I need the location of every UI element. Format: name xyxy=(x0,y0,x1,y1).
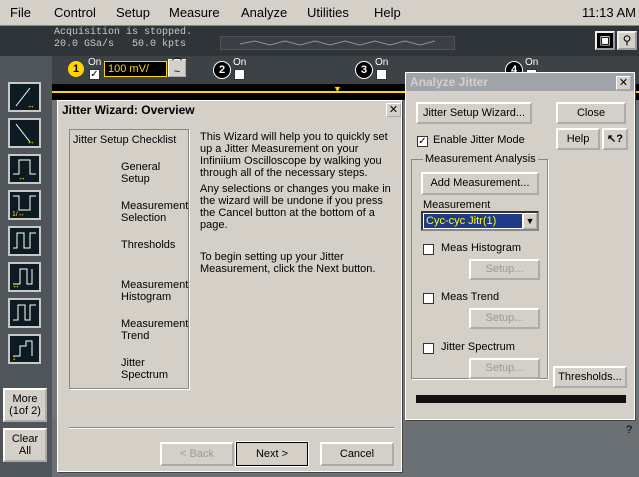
checklist-item-measurement-trend: Measurement Trend xyxy=(121,318,189,342)
next-button[interactable]: Next > xyxy=(235,441,309,467)
svg-text:1/↔: 1/↔ xyxy=(12,211,25,218)
clock: 11:13 AM xyxy=(582,5,636,20)
result-strip xyxy=(416,395,626,403)
channel-3-icon[interactable]: 3 xyxy=(355,61,373,79)
menu-control[interactable]: Control xyxy=(54,5,96,20)
intro-paragraph: This Wizard will help you to quickly set… xyxy=(200,131,388,179)
close-button[interactable]: Close xyxy=(556,102,626,124)
rise-time-icon[interactable]: ↕ xyxy=(8,334,41,364)
cancel-button[interactable]: Cancel xyxy=(320,442,394,466)
meas-histogram-label: Meas Histogram xyxy=(441,242,522,254)
checklist-item-jitter-spectrum: Jitter Spectrum xyxy=(121,357,169,381)
channel-1-scale[interactable]: 100 mV/ xyxy=(104,61,167,77)
back-button[interactable]: < Back xyxy=(160,442,234,466)
channel-2-checkbox[interactable] xyxy=(234,69,245,80)
corner-help-icon[interactable]: ? xyxy=(626,424,632,436)
wizard-divider xyxy=(69,427,394,429)
left-toolbar: ↔ ↔ ↔ 1/↔ ↔ ↕ More (1of 2) Clear All xyxy=(0,56,52,477)
svg-text:↔: ↔ xyxy=(12,281,20,290)
analyze-close-icon[interactable]: ✕ xyxy=(616,76,631,90)
trigger-marker-icon: ▼ xyxy=(333,84,342,94)
more-button-page: (1of 2) xyxy=(9,405,41,417)
clear-all-line2: All xyxy=(18,445,32,457)
channel-2-on-label: On xyxy=(233,57,247,68)
falling-edge-measure-icon[interactable]: ↔ xyxy=(8,118,41,148)
add-measurement-button[interactable]: Add Measurement... xyxy=(421,172,539,195)
checklist-item-measurement-selection: Measurement Selection xyxy=(121,200,189,224)
waveform-overview xyxy=(220,36,455,50)
more-button-label: More xyxy=(12,393,38,405)
acquisition-status: Acquisition is stopped. xyxy=(54,27,193,38)
negative-width-icon[interactable]: 1/↔ xyxy=(8,190,41,220)
jitter-setup-wizard-button[interactable]: Jitter Setup Wizard... xyxy=(416,102,532,124)
menu-setup[interactable]: Setup xyxy=(116,5,150,20)
menu-file[interactable]: File xyxy=(10,5,31,20)
cancel-note-paragraph: Any selections or changes you make in th… xyxy=(200,183,391,231)
svg-text:↔: ↔ xyxy=(18,173,26,182)
duty-cycle-icon[interactable] xyxy=(8,298,41,328)
frequency-icon[interactable]: ↔ xyxy=(8,262,41,292)
clear-all-line1: Clear xyxy=(11,433,39,445)
next-instruction-paragraph: To begin setting up your Jitter Measurem… xyxy=(200,251,376,275)
rising-edge-measure-icon[interactable]: ↔ xyxy=(8,82,41,112)
thresholds-button[interactable]: Thresholds... xyxy=(553,366,627,388)
menu-bar: File Control Setup Measure Analyze Utili… xyxy=(0,0,639,26)
checklist-item-thresholds: Thresholds xyxy=(121,239,176,251)
svg-text:↔: ↔ xyxy=(27,137,35,146)
enable-jitter-label: Enable Jitter Mode xyxy=(433,134,525,146)
wizard-close-icon[interactable]: ✕ xyxy=(386,103,401,117)
measurement-label: Measurement xyxy=(423,199,491,211)
whats-this-label: ? xyxy=(616,133,623,145)
wizard-title: Jitter Wizard: Overview xyxy=(58,101,401,119)
acquisition-status-bar: Acquisition is stopped. 20.0 GSa/s 50.0 … xyxy=(0,26,639,56)
channel-4-on-label: On xyxy=(525,57,539,68)
measurement-analysis-title: Measurement Analysis xyxy=(423,153,538,165)
checklist-item-general-setup: General Setup xyxy=(121,161,161,185)
pulse-width-icon[interactable]: ↔ xyxy=(8,154,41,184)
channel-1-on-label: On xyxy=(88,57,102,68)
jitter-spectrum-label: Jitter Spectrum xyxy=(441,341,515,353)
channel-1-icon[interactable]: 1 xyxy=(68,61,84,77)
jitter-spectrum-checkbox[interactable] xyxy=(423,343,434,354)
trend-setup-button[interactable]: Setup... xyxy=(469,308,540,329)
jitter-wizard-dialog: Jitter Wizard: Overview ✕ Jitter Setup C… xyxy=(57,100,402,472)
checklist-panel: Jitter Setup Checklist General Setup Meas… xyxy=(69,129,189,389)
period-icon[interactable] xyxy=(8,226,41,256)
analyze-jitter-dialog: Analyze Jitter ✕ Jitter Setup Wizard... … xyxy=(405,72,635,420)
display-layout-icon[interactable]: ▣ xyxy=(595,31,615,50)
meas-histogram-checkbox[interactable] xyxy=(423,244,434,255)
checklist-title: Jitter Setup Checklist xyxy=(73,134,177,146)
menu-analyze[interactable]: Analyze xyxy=(241,5,287,20)
chevron-down-icon[interactable]: ▼ xyxy=(523,213,537,229)
menu-measure[interactable]: Measure xyxy=(169,5,220,20)
analyze-title: Analyze Jitter xyxy=(406,73,634,91)
meas-trend-label: Meas Trend xyxy=(441,291,500,303)
spectrum-setup-button[interactable]: Setup... xyxy=(469,358,540,379)
channel-2-icon[interactable]: 2 xyxy=(213,61,231,79)
channel-1-coupling-icon[interactable]: ⌒ ~ xyxy=(168,59,186,78)
more-button[interactable]: More (1of 2) xyxy=(3,388,47,422)
help-button[interactable]: Help xyxy=(556,128,600,150)
measurement-select[interactable]: Cyc-cyc Jitr(1) ▼ xyxy=(421,211,539,231)
meas-trend-checkbox[interactable] xyxy=(423,293,434,304)
sample-rate: 20.0 GSa/s 50.0 kpts xyxy=(54,39,187,50)
menu-utilities[interactable]: Utilities xyxy=(307,5,349,20)
checklist-item-measurement-histogram: Measurement Histogram xyxy=(121,279,189,303)
lock-icon[interactable]: ⚲ xyxy=(617,31,637,50)
channel-1-checkbox[interactable]: ✓ xyxy=(89,69,100,80)
enable-jitter-checkbox[interactable]: ✓ xyxy=(417,136,428,147)
histogram-setup-button[interactable]: Setup... xyxy=(469,259,540,280)
whats-this-button[interactable]: ↖? xyxy=(602,128,628,150)
channel-3-on-label: On xyxy=(375,57,389,68)
measurement-select-value: Cyc-cyc Jitr(1) xyxy=(424,214,522,228)
clear-all-button[interactable]: Clear All xyxy=(3,428,47,462)
svg-text:↕: ↕ xyxy=(12,353,16,362)
pointer-icon: ↖ xyxy=(607,133,617,145)
svg-text:↔: ↔ xyxy=(27,101,35,110)
menu-help[interactable]: Help xyxy=(374,5,401,20)
channel-3-checkbox[interactable] xyxy=(376,69,387,80)
